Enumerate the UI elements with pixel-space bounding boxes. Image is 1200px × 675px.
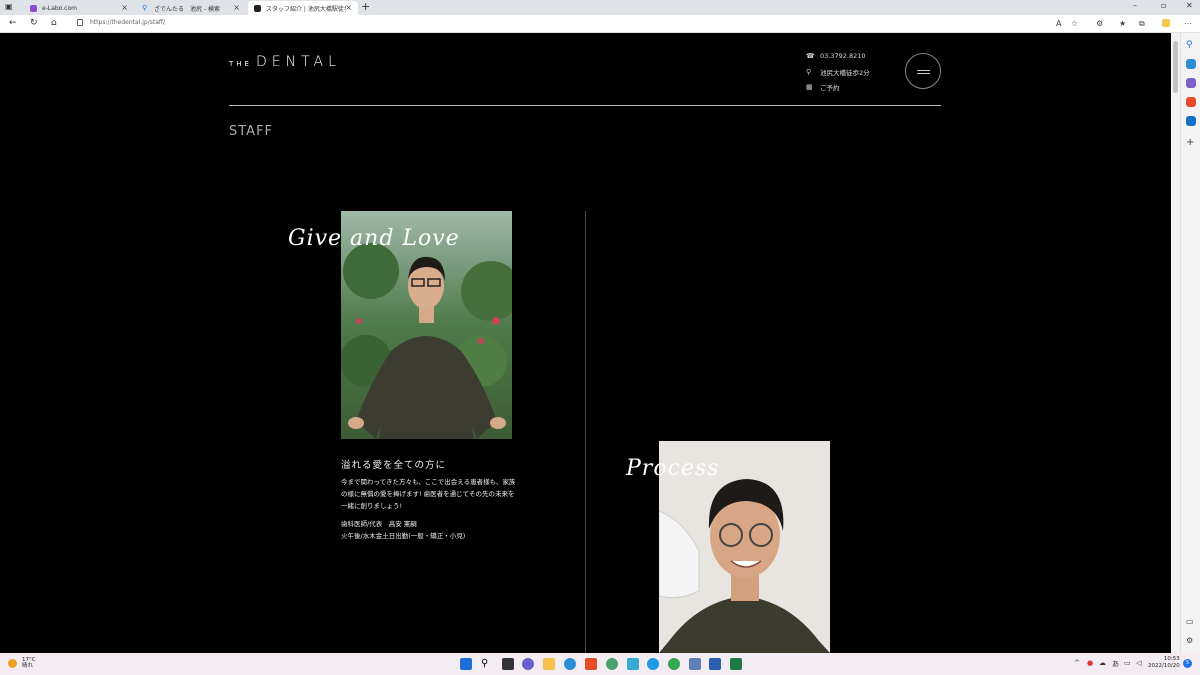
add-icon[interactable]: +	[1186, 137, 1196, 148]
center-divider	[585, 211, 586, 653]
volume-icon[interactable]: ◁	[1136, 659, 1141, 667]
settings-icon[interactable]: ⚙	[1186, 636, 1196, 646]
menu-line	[917, 70, 930, 71]
search-icon: ⚲	[142, 3, 148, 12]
favorites-icon[interactable]: ★	[1119, 19, 1126, 28]
notification-badge[interactable]: 5	[1183, 659, 1192, 668]
close-tab-icon[interactable]: ×	[345, 3, 352, 12]
staff-schedule: 火午後/水木金土日出勤(一般・矯正・小児)	[341, 532, 466, 540]
map-pin-icon: ⚲	[806, 68, 812, 76]
file-explorer-icon[interactable]	[543, 658, 555, 670]
close-tab-icon[interactable]: ×	[233, 3, 240, 12]
tab-title: ざでんたる 池尻 - 検索	[154, 5, 220, 13]
web-page: THE DENTAL ☎ 03.3792.8210 ⚲ 池尻大橋徒歩2分 ▦ ご予…	[0, 33, 1171, 653]
remote-desktop-icon[interactable]	[709, 658, 721, 670]
reserve-link[interactable]: ▦ ご予約	[806, 82, 840, 92]
access-text: 池尻大橋徒歩2分	[820, 69, 870, 77]
phone-link[interactable]: ☎ 03.3792.8210	[806, 52, 866, 60]
notepad-icon[interactable]	[689, 658, 701, 670]
taskbar: 17°C 晴れ ⚲ ^ ● ☁ あ ▭ ◁ 10:53 2022/10/20 5	[0, 653, 1200, 675]
access-link[interactable]: ⚲ 池尻大橋徒歩2分	[806, 67, 870, 77]
collections-icon[interactable]: ⧉	[1139, 19, 1145, 29]
calendar-icon: ▦	[806, 83, 813, 91]
header-divider	[229, 105, 941, 106]
chat-icon[interactable]	[522, 658, 534, 670]
sun-icon	[8, 658, 17, 668]
url-field[interactable]: https://thedental.jp/staff/	[90, 19, 165, 26]
refresh-icon[interactable]: ↻	[30, 18, 38, 28]
reserve-text: ご予約	[820, 84, 840, 92]
app-icon[interactable]	[606, 658, 618, 670]
close-window-icon[interactable]: ✕	[1186, 1, 1193, 10]
date: 2022/10/20	[1148, 663, 1180, 669]
ime-indicator[interactable]: あ	[1112, 659, 1119, 669]
extensions-icon[interactable]: ⚙	[1096, 19, 1103, 28]
maximize-icon[interactable]: ▫	[1161, 1, 1166, 10]
more-menu-icon[interactable]: ⋯	[1184, 19, 1192, 28]
network-icon[interactable]: ▭	[1124, 659, 1131, 667]
tab-staff[interactable]: スタッフ紹介 | 池尻大橋駅徒歩2分 ×	[248, 1, 358, 15]
tray-overflow-icon[interactable]: ^	[1074, 659, 1080, 667]
profile-icon[interactable]	[1162, 19, 1170, 27]
read-aloud-icon[interactable]: A	[1056, 19, 1061, 28]
section-title: STAFF	[229, 124, 274, 139]
office-icon[interactable]	[585, 658, 597, 670]
close-tab-icon[interactable]: ×	[121, 3, 128, 12]
tab-elabo[interactable]: e-Labo.com ×	[24, 1, 134, 15]
staff-role-name: 歯科医師/代表 高安 憲嗣	[341, 520, 417, 528]
site-logo[interactable]: THE DENTAL	[229, 51, 341, 70]
tab-actions-icon[interactable]: ▣	[5, 2, 16, 13]
shopping-icon[interactable]	[1186, 59, 1196, 69]
logo-main: DENTAL	[255, 54, 341, 70]
logo-prefix: THE	[229, 60, 252, 68]
search-icon[interactable]: ⚲	[1186, 40, 1196, 50]
browser-sidebar: ⚲ + ▭ ⚙	[1180, 33, 1200, 653]
lock-icon[interactable]	[77, 19, 83, 26]
sidebar-toggle-icon[interactable]: ▭	[1186, 617, 1196, 627]
phone-icon: ☎	[806, 52, 815, 60]
address-bar: ← ↻ ⌂ https://thedental.jp/staff/ A ☆ ⚙ …	[0, 15, 1200, 33]
elabo-favicon-icon	[30, 4, 37, 12]
tab-title: スタッフ紹介 | 池尻大橋駅徒歩2分	[266, 5, 346, 13]
tab-search[interactable]: ⚲ ざでんたる 池尻 - 検索 ×	[136, 1, 246, 15]
home-icon[interactable]: ⌂	[51, 18, 57, 28]
search-icon[interactable]: ⚲	[481, 658, 493, 670]
outlook-icon[interactable]	[1186, 116, 1196, 126]
staff-message: 今まで関わってきた方々も、ここで出会える患者様も、家族の様に無償の愛を捧げます!…	[341, 478, 516, 510]
menu-button[interactable]	[905, 53, 941, 89]
staff-tagline: Give and Love	[288, 226, 460, 251]
dental-favicon-icon	[254, 4, 261, 12]
staff-heading: 溢れる愛を全ての方に	[341, 460, 447, 471]
time: 10:53	[1163, 656, 1180, 662]
calculator-icon[interactable]	[627, 658, 639, 670]
start-icon[interactable]	[460, 658, 472, 670]
edge-icon[interactable]	[647, 658, 659, 670]
task-view-icon[interactable]	[502, 658, 514, 670]
menu-line	[917, 73, 930, 74]
security-icon[interactable]: ●	[1087, 659, 1093, 667]
page-scrollbar[interactable]	[1171, 33, 1180, 653]
tab-bar: ▣ e-Labo.com × ⚲ ざでんたる 池尻 - 検索 × スタッフ紹介 …	[0, 0, 1200, 15]
tab-title: e-Labo.com	[42, 4, 77, 12]
weather-widget[interactable]: 17°C 晴れ	[8, 657, 36, 669]
staff-tagline: Process	[626, 456, 720, 481]
weather-desc: 晴れ	[22, 663, 34, 669]
back-icon[interactable]: ←	[9, 18, 17, 28]
tools-icon[interactable]	[1186, 78, 1196, 88]
clock[interactable]: 10:53 2022/10/20	[1148, 656, 1180, 670]
scroll-thumb[interactable]	[1173, 41, 1178, 93]
cloud-icon[interactable]: ☁	[1099, 659, 1106, 667]
new-tab-icon[interactable]: +	[361, 0, 370, 13]
app-icon[interactable]	[564, 658, 576, 670]
minimize-icon[interactable]: –	[1133, 1, 1137, 10]
chrome-icon[interactable]	[668, 658, 680, 670]
excel-icon[interactable]	[730, 658, 742, 670]
phone-number: 03.3792.8210	[820, 52, 866, 60]
favorite-add-icon[interactable]: ☆	[1071, 19, 1078, 28]
office-icon[interactable]	[1186, 97, 1196, 107]
